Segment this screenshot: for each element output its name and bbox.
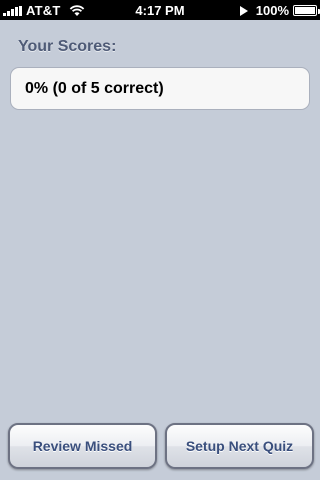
status-bar: AT&T 4:17 PM 100%	[0, 0, 320, 20]
review-missed-button[interactable]: Review Missed	[8, 423, 157, 469]
battery-percent: 100%	[255, 3, 289, 18]
battery-fill	[295, 7, 315, 14]
score-card: 0% (0 of 5 correct)	[10, 67, 310, 110]
setup-next-quiz-button[interactable]: Setup Next Quiz	[165, 423, 314, 469]
battery-icon	[293, 5, 320, 16]
score-text: 0% (0 of 5 correct)	[25, 79, 164, 97]
setup-next-quiz-label: Setup Next Quiz	[185, 438, 294, 454]
play-icon	[239, 5, 248, 16]
status-right: 100%	[239, 3, 320, 18]
review-missed-label: Review Missed	[32, 438, 133, 454]
scores-section-title: Your Scores:	[18, 38, 117, 55]
